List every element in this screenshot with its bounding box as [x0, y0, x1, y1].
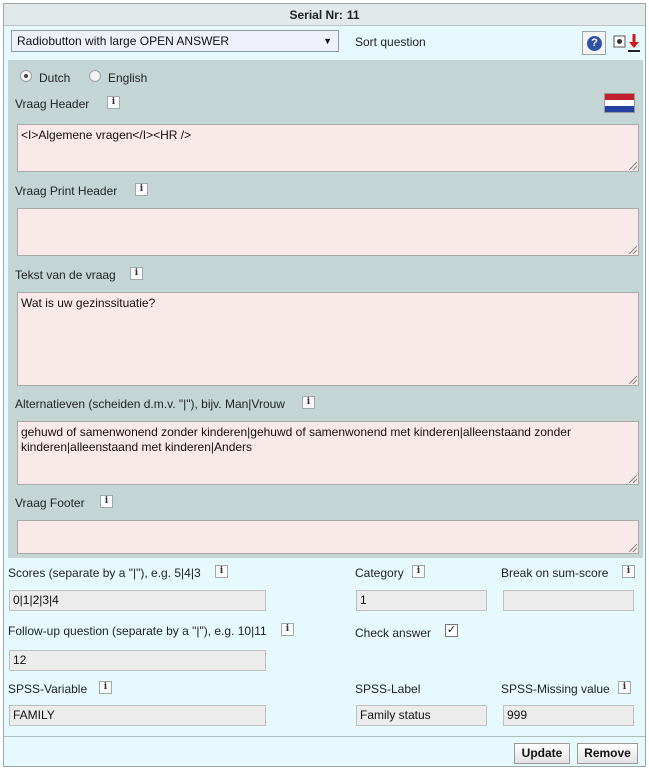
info-icon[interactable]: i: [302, 396, 315, 409]
spss-label-label: SPSS-Label: [355, 682, 421, 696]
help-button[interactable]: ?: [582, 31, 606, 55]
info-icon[interactable]: i: [130, 267, 143, 280]
scores-input[interactable]: 0|1|2|3|4: [9, 590, 266, 611]
title-bar: Serial Nr: 11: [4, 4, 645, 26]
print-header-textarea[interactable]: [17, 208, 639, 256]
footer-label: Vraag Footer: [15, 496, 85, 510]
info-icon[interactable]: i: [99, 681, 112, 694]
update-button[interactable]: Update: [514, 743, 570, 764]
category-input[interactable]: 1: [356, 590, 487, 611]
sort-question-link[interactable]: Sort question: [355, 35, 426, 49]
info-icon[interactable]: i: [135, 183, 148, 196]
spss-variable-label: SPSS-Variable: [8, 682, 88, 696]
check-answer-label: Check answer: [355, 626, 432, 640]
dutch-flag-icon: [604, 93, 635, 113]
radio-english-label: English: [108, 71, 148, 85]
info-icon[interactable]: i: [412, 565, 425, 578]
question-editor: Serial Nr: 11 Radiobutton with large OPEN…: [3, 3, 646, 767]
footer-textarea[interactable]: [17, 520, 639, 554]
question-type-value: Radiobutton with large OPEN ANSWER: [17, 34, 230, 48]
followup-input[interactable]: 12: [9, 650, 266, 671]
serial-number: 11: [346, 8, 360, 22]
chevron-down-icon: ▼: [323, 36, 332, 46]
question-text-textarea[interactable]: Wat is uw gezinssituatie?: [17, 292, 639, 386]
info-icon[interactable]: i: [215, 565, 228, 578]
spss-missing-input[interactable]: 999: [503, 705, 634, 726]
header-label: Vraag Header: [15, 97, 90, 111]
info-icon[interactable]: i: [107, 96, 120, 109]
spss-missing-label: SPSS-Missing value: [501, 682, 610, 696]
radio-dutch-label: Dutch: [39, 71, 71, 85]
language-panel: Dutch English Vraag Header i <I>Algemene…: [8, 60, 643, 558]
scores-label: Scores (separate by a "|"), e.g. 5|4|3: [8, 566, 201, 580]
help-icon: ?: [587, 36, 602, 51]
divider: [4, 736, 645, 737]
print-header-label: Vraag Print Header: [15, 184, 118, 198]
info-icon[interactable]: i: [618, 681, 631, 694]
break-sum-label: Break on sum-score: [501, 566, 609, 580]
question-type-select[interactable]: Radiobutton with large OPEN ANSWER ▼: [11, 30, 339, 52]
export-download-icon[interactable]: [612, 31, 642, 55]
break-sum-input[interactable]: [503, 590, 634, 611]
header-textarea[interactable]: <I>Algemene vragen</I><HR />: [17, 124, 639, 172]
info-icon[interactable]: i: [622, 565, 635, 578]
info-icon[interactable]: i: [281, 623, 294, 636]
info-icon[interactable]: i: [100, 495, 113, 508]
radio-english[interactable]: [89, 70, 101, 82]
serial-label: Serial Nr:: [289, 8, 343, 22]
followup-label: Follow-up question (separate by a "|"), …: [8, 624, 267, 638]
question-text-label: Tekst van de vraag: [15, 268, 116, 282]
spss-variable-input[interactable]: FAMILY: [9, 705, 266, 726]
alternatives-label: Alternatieven (scheiden d.m.v. "|"), bij…: [15, 397, 285, 411]
alternatives-textarea[interactable]: gehuwd of samenwonend zonder kinderen|ge…: [17, 421, 639, 485]
spss-label-input[interactable]: Family status: [356, 705, 487, 726]
category-label: Category: [355, 566, 404, 580]
radio-dutch[interactable]: [20, 70, 32, 82]
remove-button[interactable]: Remove: [577, 743, 638, 764]
check-answer-checkbox[interactable]: ✓: [445, 624, 458, 637]
